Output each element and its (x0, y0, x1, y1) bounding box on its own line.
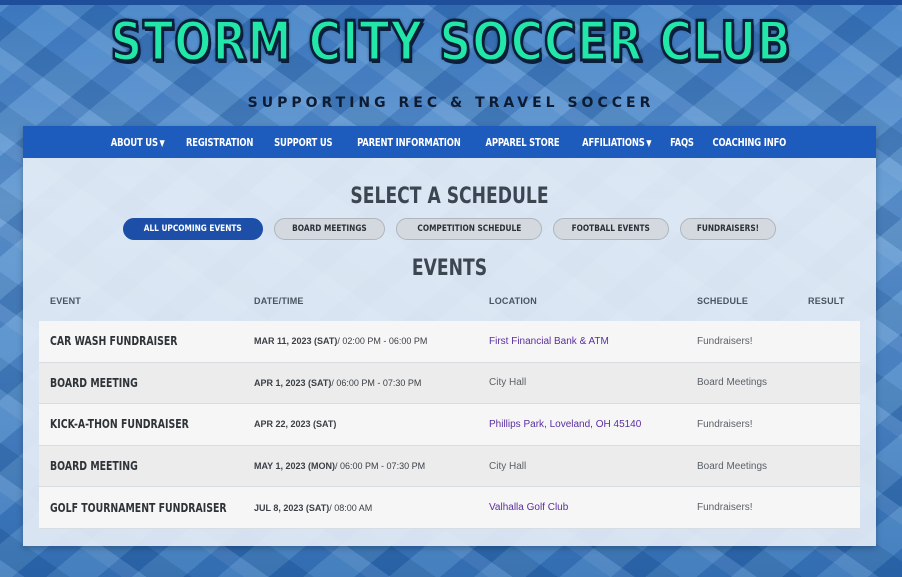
filter-competition-schedule[interactable]: COMPETITION SCHEDULE (395, 218, 543, 240)
column-header-location: LOCATION (489, 296, 537, 306)
filter-board-meetings[interactable]: BOARD MEETINGS (273, 218, 385, 240)
event-location: City Hall (489, 460, 527, 472)
table-row[interactable]: BOARD MEETING APR 1, 2023 (SAT) / 06:00 … (39, 362, 860, 405)
club-logo-subtitle: SUPPORTING REC & TRAVEL SOCCER (247, 95, 655, 111)
event-schedule: Fundraisers! (697, 335, 753, 347)
event-name[interactable]: KICK-A-THON FUNDRAISER (50, 404, 189, 445)
nav-faqs[interactable]: FAQS (666, 136, 698, 149)
column-header-result: RESULT (808, 296, 845, 306)
main-nav: ABOUT US ▼ REGISTRATION SUPPORT US PARENT… (23, 126, 876, 158)
club-logo-title[interactable]: STORM CITY SOCCER CLUB (81, 9, 821, 75)
top-bar (0, 0, 902, 5)
event-schedule: Fundraisers! (697, 418, 753, 430)
event-datetime: MAR 11, 2023 (SAT) / 02:00 PM - 06:00 PM (254, 336, 428, 347)
event-datetime: MAY 1, 2023 (MON) / 06:00 PM - 07:30 PM (254, 461, 426, 472)
event-datetime: APR 22, 2023 (SAT) (254, 419, 337, 430)
nav-parent-information[interactable]: PARENT INFORMATION (353, 136, 465, 149)
event-location: City Hall (489, 377, 527, 389)
table-row[interactable]: BOARD MEETING MAY 1, 2023 (MON) / 06:00 … (39, 445, 860, 488)
events-table-header: EVENT DATE/TIME LOCATION SCHEDULE RESULT (0, 296, 902, 310)
select-schedule-heading: SELECT A SCHEDULE (350, 184, 549, 209)
table-row[interactable]: CAR WASH FUNDRAISER MAR 11, 2023 (SAT) /… (39, 321, 860, 363)
event-name[interactable]: GOLF TOURNAMENT FUNDRAISER (50, 487, 227, 528)
nav-about-us[interactable]: ABOUT US ▼ (107, 136, 169, 149)
event-schedule: Fundraisers! (697, 502, 753, 514)
event-schedule: Board Meetings (697, 460, 768, 472)
column-header-event: EVENT (50, 296, 82, 306)
event-datetime: JUL 8, 2023 (SAT) / 08:00 AM (254, 502, 373, 513)
event-name[interactable]: BOARD MEETING (50, 446, 138, 487)
events-heading: EVENTS (411, 256, 488, 281)
table-row[interactable]: KICK-A-THON FUNDRAISER APR 22, 2023 (SAT… (39, 404, 860, 446)
event-name[interactable]: BOARD MEETING (50, 363, 138, 404)
nav-coaching-info[interactable]: COACHING INFO (708, 136, 790, 149)
nav-affiliations[interactable]: AFFILIATIONS ▼ (578, 136, 656, 149)
filter-football-events[interactable]: FOOTBALL EVENTS (553, 218, 669, 240)
chevron-down-icon: ▼ (160, 138, 166, 149)
table-row[interactable]: GOLF TOURNAMENT FUNDRAISER JUL 8, 2023 (… (39, 487, 860, 529)
filter-fundraisers[interactable]: FUNDRAISERS! (679, 218, 776, 240)
schedule-filters: ALL UPCOMING EVENTS BOARD MEETINGS COMPE… (23, 218, 876, 240)
event-schedule: Board Meetings (697, 377, 768, 389)
events-table: CAR WASH FUNDRAISER MAR 11, 2023 (SAT) /… (39, 321, 860, 529)
event-name[interactable]: CAR WASH FUNDRAISER (50, 321, 177, 362)
event-location-link[interactable]: First Financial Bank & ATM (489, 321, 609, 362)
event-location-link[interactable]: Phillips Park, Loveland, OH 45140 (489, 404, 641, 445)
event-location-link[interactable]: Valhalla Golf Club (489, 487, 568, 528)
chevron-down-icon: ▼ (646, 138, 652, 149)
event-datetime: APR 1, 2023 (SAT) / 06:00 PM - 07:30 PM (254, 377, 422, 388)
nav-support-us[interactable]: SUPPORT US (270, 136, 337, 149)
column-header-datetime: DATE/TIME (254, 296, 304, 306)
column-header-schedule: SCHEDULE (697, 296, 749, 306)
nav-registration[interactable]: REGISTRATION (182, 136, 258, 149)
filter-all-upcoming-events[interactable]: ALL UPCOMING EVENTS (123, 218, 263, 240)
nav-apparel-store[interactable]: APPAREL STORE (482, 136, 564, 149)
